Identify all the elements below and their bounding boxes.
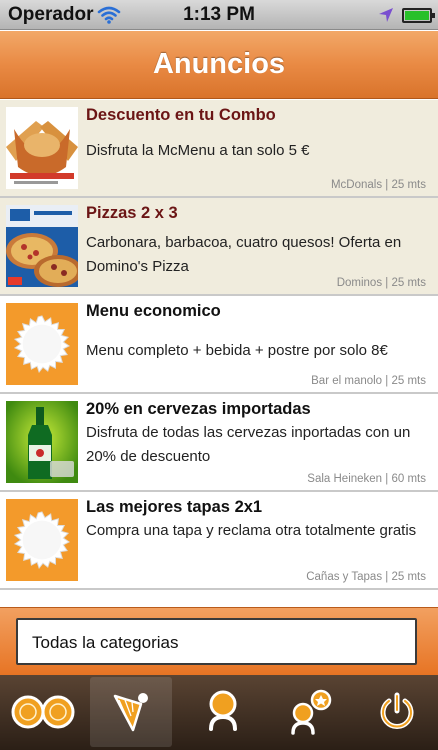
person-icon [209,690,237,731]
ad-title: Las mejores tapas 2x1 [86,498,263,516]
clock-time: 1:13 PM [183,4,255,25]
dominos-pizza-image [6,205,78,287]
ad-description: Compra una tapa y reclama otra totalment… [86,522,417,539]
ad-description: Menu completo + bebida + postre por solo… [86,342,388,359]
navigation-bar: Anuncios [0,31,438,99]
ad-row-canas-y-tapas[interactable]: Las mejores tapas 2x1 Compra una tapa y … [0,492,438,590]
ad-description: Disfruta de todas las cervezas inportada… [86,424,411,465]
location-arrow-icon [378,7,394,29]
ad-row-sala-heineken[interactable]: 20% en cervezas importadas Disfruta de t… [0,394,438,492]
ad-description: Carbonara, barbacoa, cuatro quesos! Ofer… [86,234,402,275]
person-star-icon [291,689,332,735]
ad-distance: 25 mts [391,277,426,289]
ice-cream-cone-icon [113,693,148,732]
ad-description: Disfruta la McMenu a tan solo 5 € [86,142,310,159]
tab-profile[interactable] [182,677,264,747]
power-icon [380,692,414,729]
ad-title: Menu economico [86,302,221,320]
placeholder-seal-icon [6,499,78,581]
ad-distance: 25 mts [391,179,426,191]
heineken-beer-image [6,401,78,483]
category-select[interactable]: Todas la categorias [16,618,417,665]
ad-meta: Cañas y Tapas | 25 mts [306,571,426,583]
category-filter-bar: Todas la categorias [0,607,438,675]
tab-favorites[interactable] [268,677,350,747]
tab-logout[interactable] [356,677,438,747]
ad-business: Sala Heineken [307,473,383,485]
battery-icon [402,8,435,23]
tab-coins[interactable] [3,677,85,747]
ad-title: Pizzas 2 x 3 [86,204,178,222]
page-title: Anuncios [152,48,286,80]
list-item-empty [0,590,438,605]
ad-row-mcdonalds[interactable]: Descuento en tu Combo Disfruta la McMenu… [0,100,438,198]
ad-title: 20% en cervezas importadas [86,400,311,418]
ads-list[interactable]: Descuento en tu Combo Disfruta la McMenu… [0,100,438,605]
ad-meta: Dominos | 25 mts [336,277,426,289]
ad-business: McDonals [330,179,383,191]
ad-meta: McDonals | 25 mts [330,179,426,191]
status-bar: Operador 1:13 PM [0,0,438,30]
tab-bar [0,675,438,750]
ad-meta: Sala Heineken | 60 mts [307,473,426,485]
ad-row-dominos[interactable]: Pizzas 2 x 3 Carbonara, barbacoa, cuatro… [0,198,438,296]
coins-icon [11,695,75,729]
ad-title: Descuento en tu Combo [86,106,276,124]
tab-ice-cream[interactable] [90,677,172,747]
ad-meta: Bar el manolo | 25 mts [311,375,426,387]
ad-row-bar-el-manolo[interactable]: Menu economico Menu completo + bebida + … [0,296,438,394]
placeholder-seal-icon [6,303,78,385]
ad-business: Dominos [336,277,383,289]
mcdonalds-promo-image [6,107,78,189]
ad-business: Cañas y Tapas [306,571,383,583]
ad-business: Bar el manolo [311,375,383,387]
ad-distance: 25 mts [391,375,426,387]
ad-distance: 60 mts [391,473,426,485]
ad-distance: 25 mts [391,571,426,583]
